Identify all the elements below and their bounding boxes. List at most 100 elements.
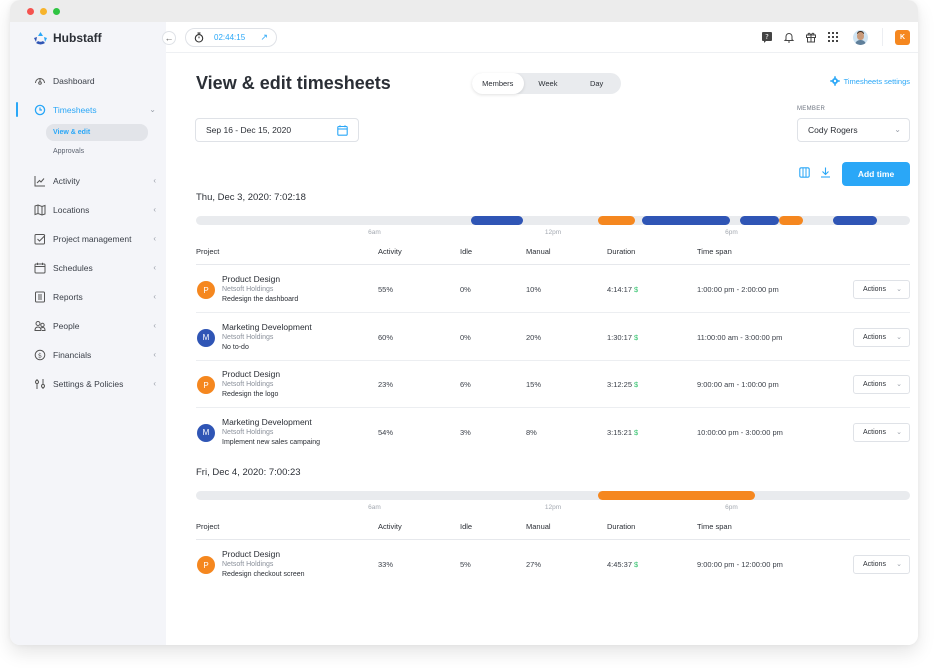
manual-value: 27% [526, 560, 542, 569]
member-select[interactable]: Cody Rogers ⌄ [797, 118, 910, 142]
timesheets-settings-link[interactable]: Timesheets settings [829, 76, 910, 86]
add-time-button[interactable]: Add time [842, 162, 910, 186]
sidebar-item-dashboard[interactable]: Dashboard [10, 66, 166, 95]
sidebar-subitem-view-edit[interactable]: View & edit [46, 124, 148, 141]
chevron-down-icon: ⌄ [896, 333, 902, 341]
column-header: Idle [460, 247, 473, 256]
chevron-down-icon: ⌄ [149, 105, 156, 114]
chevron-down-icon: ⌄ [896, 428, 902, 436]
sidebar-item-reports[interactable]: Reports ‹ [10, 282, 166, 311]
open-timer-icon[interactable]: ↗ [260, 32, 268, 43]
chevron-left-icon: ‹ [153, 292, 156, 301]
project-avatar: M [197, 423, 215, 442]
task-name: Redesign checkout screen [222, 571, 305, 578]
timeline-tick-label: 12pm [544, 229, 562, 236]
date-range-picker[interactable]: Sep 16 - Dec 15, 2020 [195, 118, 359, 142]
tab-week[interactable]: Week [524, 73, 573, 94]
sidebar-item-people[interactable]: People ‹ [10, 311, 166, 340]
sidebar-item-label: Locations [53, 204, 90, 215]
app-name: Hubstaff [53, 31, 102, 45]
timeline-segment-activity[interactable] [642, 216, 730, 225]
help-icon[interactable]: ? [761, 31, 773, 43]
download-icon[interactable] [820, 167, 831, 178]
project-name[interactable]: Product Design [222, 369, 280, 379]
project-name[interactable]: Product Design [222, 274, 280, 284]
organization-name: Netsoft Holdings [222, 381, 274, 388]
timeline-segment-activity[interactable] [471, 216, 524, 225]
actions-dropdown[interactable]: Actions ⌄ [853, 327, 910, 347]
actions-dropdown[interactable]: Actions ⌄ [853, 422, 910, 442]
project-name[interactable]: Marketing Development [222, 417, 312, 427]
column-header: Project [196, 247, 220, 256]
organization-name: Netsoft Holdings [222, 561, 274, 568]
columns-icon[interactable] [799, 167, 810, 178]
actions-dropdown[interactable]: Actions ⌄ [853, 375, 910, 394]
timeline-segment-idle[interactable] [779, 216, 803, 225]
user-avatar[interactable] [853, 29, 868, 45]
timeline-tick-label: 6pm [725, 229, 738, 236]
task-name: Implement new sales campaing [222, 438, 321, 446]
project-name[interactable]: Marketing Development [222, 322, 312, 332]
project-avatar: P [197, 281, 215, 299]
sidebar-item-settings-policies[interactable]: Settings & Policies ‹ [10, 369, 166, 398]
close-window-button[interactable] [27, 8, 34, 15]
timeline-segment-idle[interactable] [597, 216, 635, 225]
timer-widget[interactable]: 02:44:15 ↗ [185, 28, 277, 47]
sidebar-item-label: Settings & Policies [53, 378, 124, 389]
chevron-left-icon: ‹ [153, 176, 156, 185]
sidebar-subitem-approvals[interactable]: Approvals [46, 143, 148, 160]
project-avatar: M [197, 328, 215, 347]
table-row: M Marketing Development Netsoft Holdings No… [196, 314, 910, 361]
minimize-window-button[interactable] [40, 8, 47, 15]
column-header: Idle [460, 522, 473, 531]
svg-text:?: ? [765, 33, 769, 41]
main-content: ← 02:44:15 ↗ ? K View & edit timesheets … [162, 22, 918, 645]
tab-members[interactable]: Members [472, 73, 524, 94]
sidebar-item-locations[interactable]: Locations ‹ [10, 195, 166, 224]
duration-cell: 1:30:17 $ [607, 333, 638, 342]
day-timeline [196, 216, 910, 225]
column-header: Duration [607, 522, 636, 531]
sidebar-item-activity[interactable]: Activity ‹ [10, 166, 166, 195]
organization-badge[interactable]: K [895, 29, 910, 45]
sidebar-item-schedules[interactable]: Schedules ‹ [10, 253, 166, 282]
actions-dropdown[interactable]: Actions ⌄ [853, 280, 910, 299]
collapse-sidebar-button[interactable]: ← [162, 31, 176, 45]
table-row: P Product Design Netsoft Holdings Redesign … [196, 266, 910, 313]
timeline-segment-activity[interactable] [740, 216, 780, 225]
actions-dropdown[interactable]: Actions ⌄ [853, 555, 910, 574]
project-name[interactable]: Product Design [222, 549, 280, 559]
map-icon [34, 203, 46, 216]
duration-value: 1:30:17 [607, 332, 633, 342]
timeline-tick-label: 6pm [725, 504, 738, 511]
timeline-segment-activity[interactable] [832, 216, 878, 225]
table-row: P Product Design Netsoft Holdings Redesign … [196, 361, 910, 408]
maximize-window-button[interactable] [53, 8, 60, 15]
task-name: Redesign the logo [222, 391, 279, 398]
table-tools [799, 167, 831, 178]
chevron-down-icon: ⌄ [896, 286, 902, 293]
sidebar-item-project-management[interactable]: Project management ‹ [10, 224, 166, 253]
arrow-left-icon: ← [164, 33, 174, 43]
apps-grid-icon[interactable] [827, 31, 839, 43]
organization-name: Netsoft Holdings [222, 333, 274, 341]
people-icon [34, 320, 46, 332]
logo[interactable]: Hubstaff [33, 31, 102, 45]
gift-icon[interactable] [805, 31, 817, 43]
duration-value: 3:12:25 [607, 380, 633, 389]
day-timeline [196, 491, 910, 500]
idle-value: 3% [460, 427, 471, 437]
chevron-down-icon: ⌄ [896, 561, 902, 568]
bell-icon[interactable] [783, 31, 795, 43]
sidebar-item-financials[interactable]: $ Financials ‹ [10, 340, 166, 369]
timeline-segment-idle[interactable] [597, 491, 756, 500]
task-name: Redesign the dashboard [222, 296, 299, 303]
sidebar-item-label: Activity [53, 175, 80, 186]
hubstaff-logo-icon [34, 31, 47, 44]
activity-value: 33% [378, 560, 394, 569]
column-header: Activity [378, 522, 402, 531]
sidebar-item-timesheets[interactable]: Timesheets ⌄ [10, 95, 166, 124]
column-header: Time span [697, 522, 732, 531]
tab-day[interactable]: Day [572, 73, 621, 94]
chevron-left-icon: ‹ [153, 321, 156, 330]
